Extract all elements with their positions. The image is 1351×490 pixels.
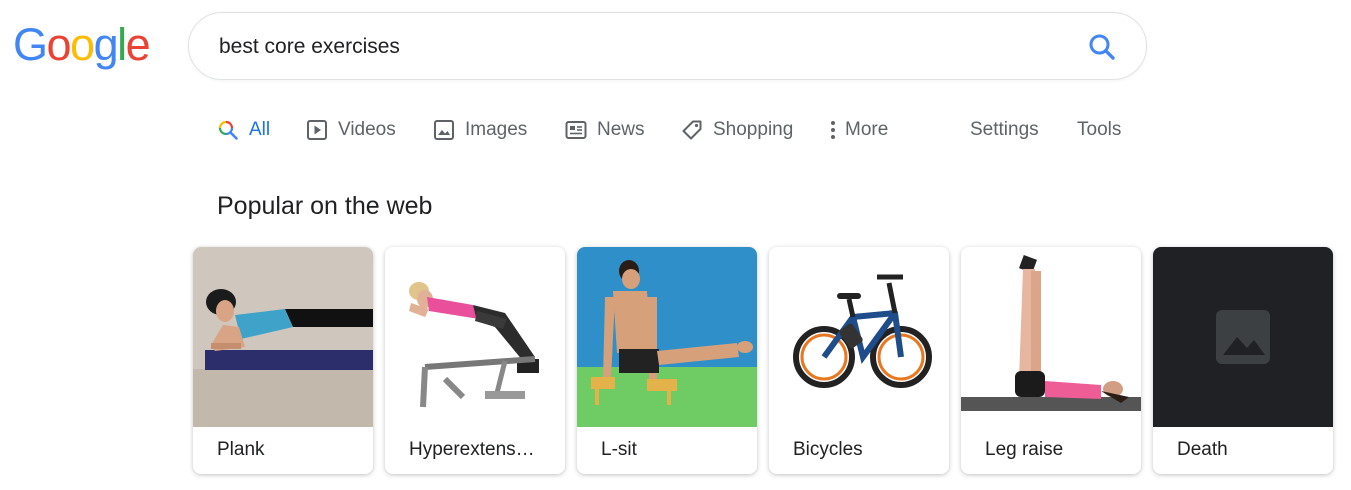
search-button[interactable] (1086, 31, 1118, 63)
card-label: Leg raise (985, 439, 1064, 460)
logo-letter: o (70, 19, 95, 70)
google-logo[interactable]: Google (13, 19, 151, 70)
tab-label: Videos (338, 119, 396, 140)
dots-vertical-icon (831, 121, 835, 139)
card-plank[interactable]: Plank (193, 247, 373, 474)
play-icon (307, 120, 327, 140)
logo-letter: G (13, 19, 48, 70)
logo-letter: o (46, 19, 72, 70)
tab-label: More (845, 119, 889, 140)
card-label: Hyperextens… (409, 439, 535, 460)
card-label: L-sit (601, 439, 637, 460)
tab-label: News (597, 119, 645, 140)
card-label: Plank (217, 439, 265, 460)
card-bicycles[interactable]: Bicycles (769, 247, 949, 474)
bicycle-photo (769, 247, 949, 427)
section-heading: Popular on the web (217, 192, 433, 220)
newspaper-icon (565, 121, 587, 139)
tab-videos[interactable]: Videos (306, 114, 396, 146)
image-placeholder-icon (1153, 247, 1333, 427)
tab-all[interactable]: All (217, 114, 270, 146)
card-thumbnail (1153, 247, 1333, 427)
tag-icon (682, 120, 702, 140)
leg-raise-photo (961, 247, 1141, 427)
card-thumbnail (385, 247, 565, 427)
tab-label: All (249, 119, 271, 140)
logo-letter: e (125, 19, 151, 70)
search-multicolor-icon (218, 120, 238, 140)
card-leg-raise[interactable]: Leg raise (961, 247, 1141, 474)
card-thumbnail (769, 247, 949, 427)
search-box[interactable] (188, 12, 1147, 80)
tab-label: Images (465, 119, 528, 140)
tab-label: Settings (970, 119, 1039, 140)
tab-news[interactable]: News (565, 114, 645, 146)
tab-more[interactable]: More (829, 114, 888, 146)
card-thumbnail (193, 247, 373, 427)
tab-label: Tools (1077, 119, 1122, 140)
card-l-sit[interactable]: L-sit (577, 247, 757, 474)
tab-shopping[interactable]: Shopping (681, 114, 793, 146)
hyperextension-photo (385, 247, 565, 427)
logo-letter: l (117, 19, 127, 70)
card-label: Bicycles (793, 439, 863, 460)
tab-images[interactable]: Images (433, 114, 527, 146)
l-sit-photo (577, 247, 757, 427)
search-input[interactable] (219, 32, 1039, 62)
card-thumbnail (961, 247, 1141, 427)
logo-letter: g (93, 19, 119, 70)
tab-tools[interactable]: Tools (1077, 114, 1121, 146)
search-icon (1089, 34, 1115, 60)
tab-label: Shopping (713, 119, 794, 140)
card-hyperextension[interactable]: Hyperextens… (385, 247, 565, 474)
plank-photo (193, 247, 373, 427)
card-thumbnail (577, 247, 757, 427)
image-icon (434, 120, 454, 140)
tab-settings[interactable]: Settings (970, 114, 1039, 146)
card-death[interactable]: Death (1153, 247, 1333, 474)
card-label: Death (1177, 439, 1228, 460)
